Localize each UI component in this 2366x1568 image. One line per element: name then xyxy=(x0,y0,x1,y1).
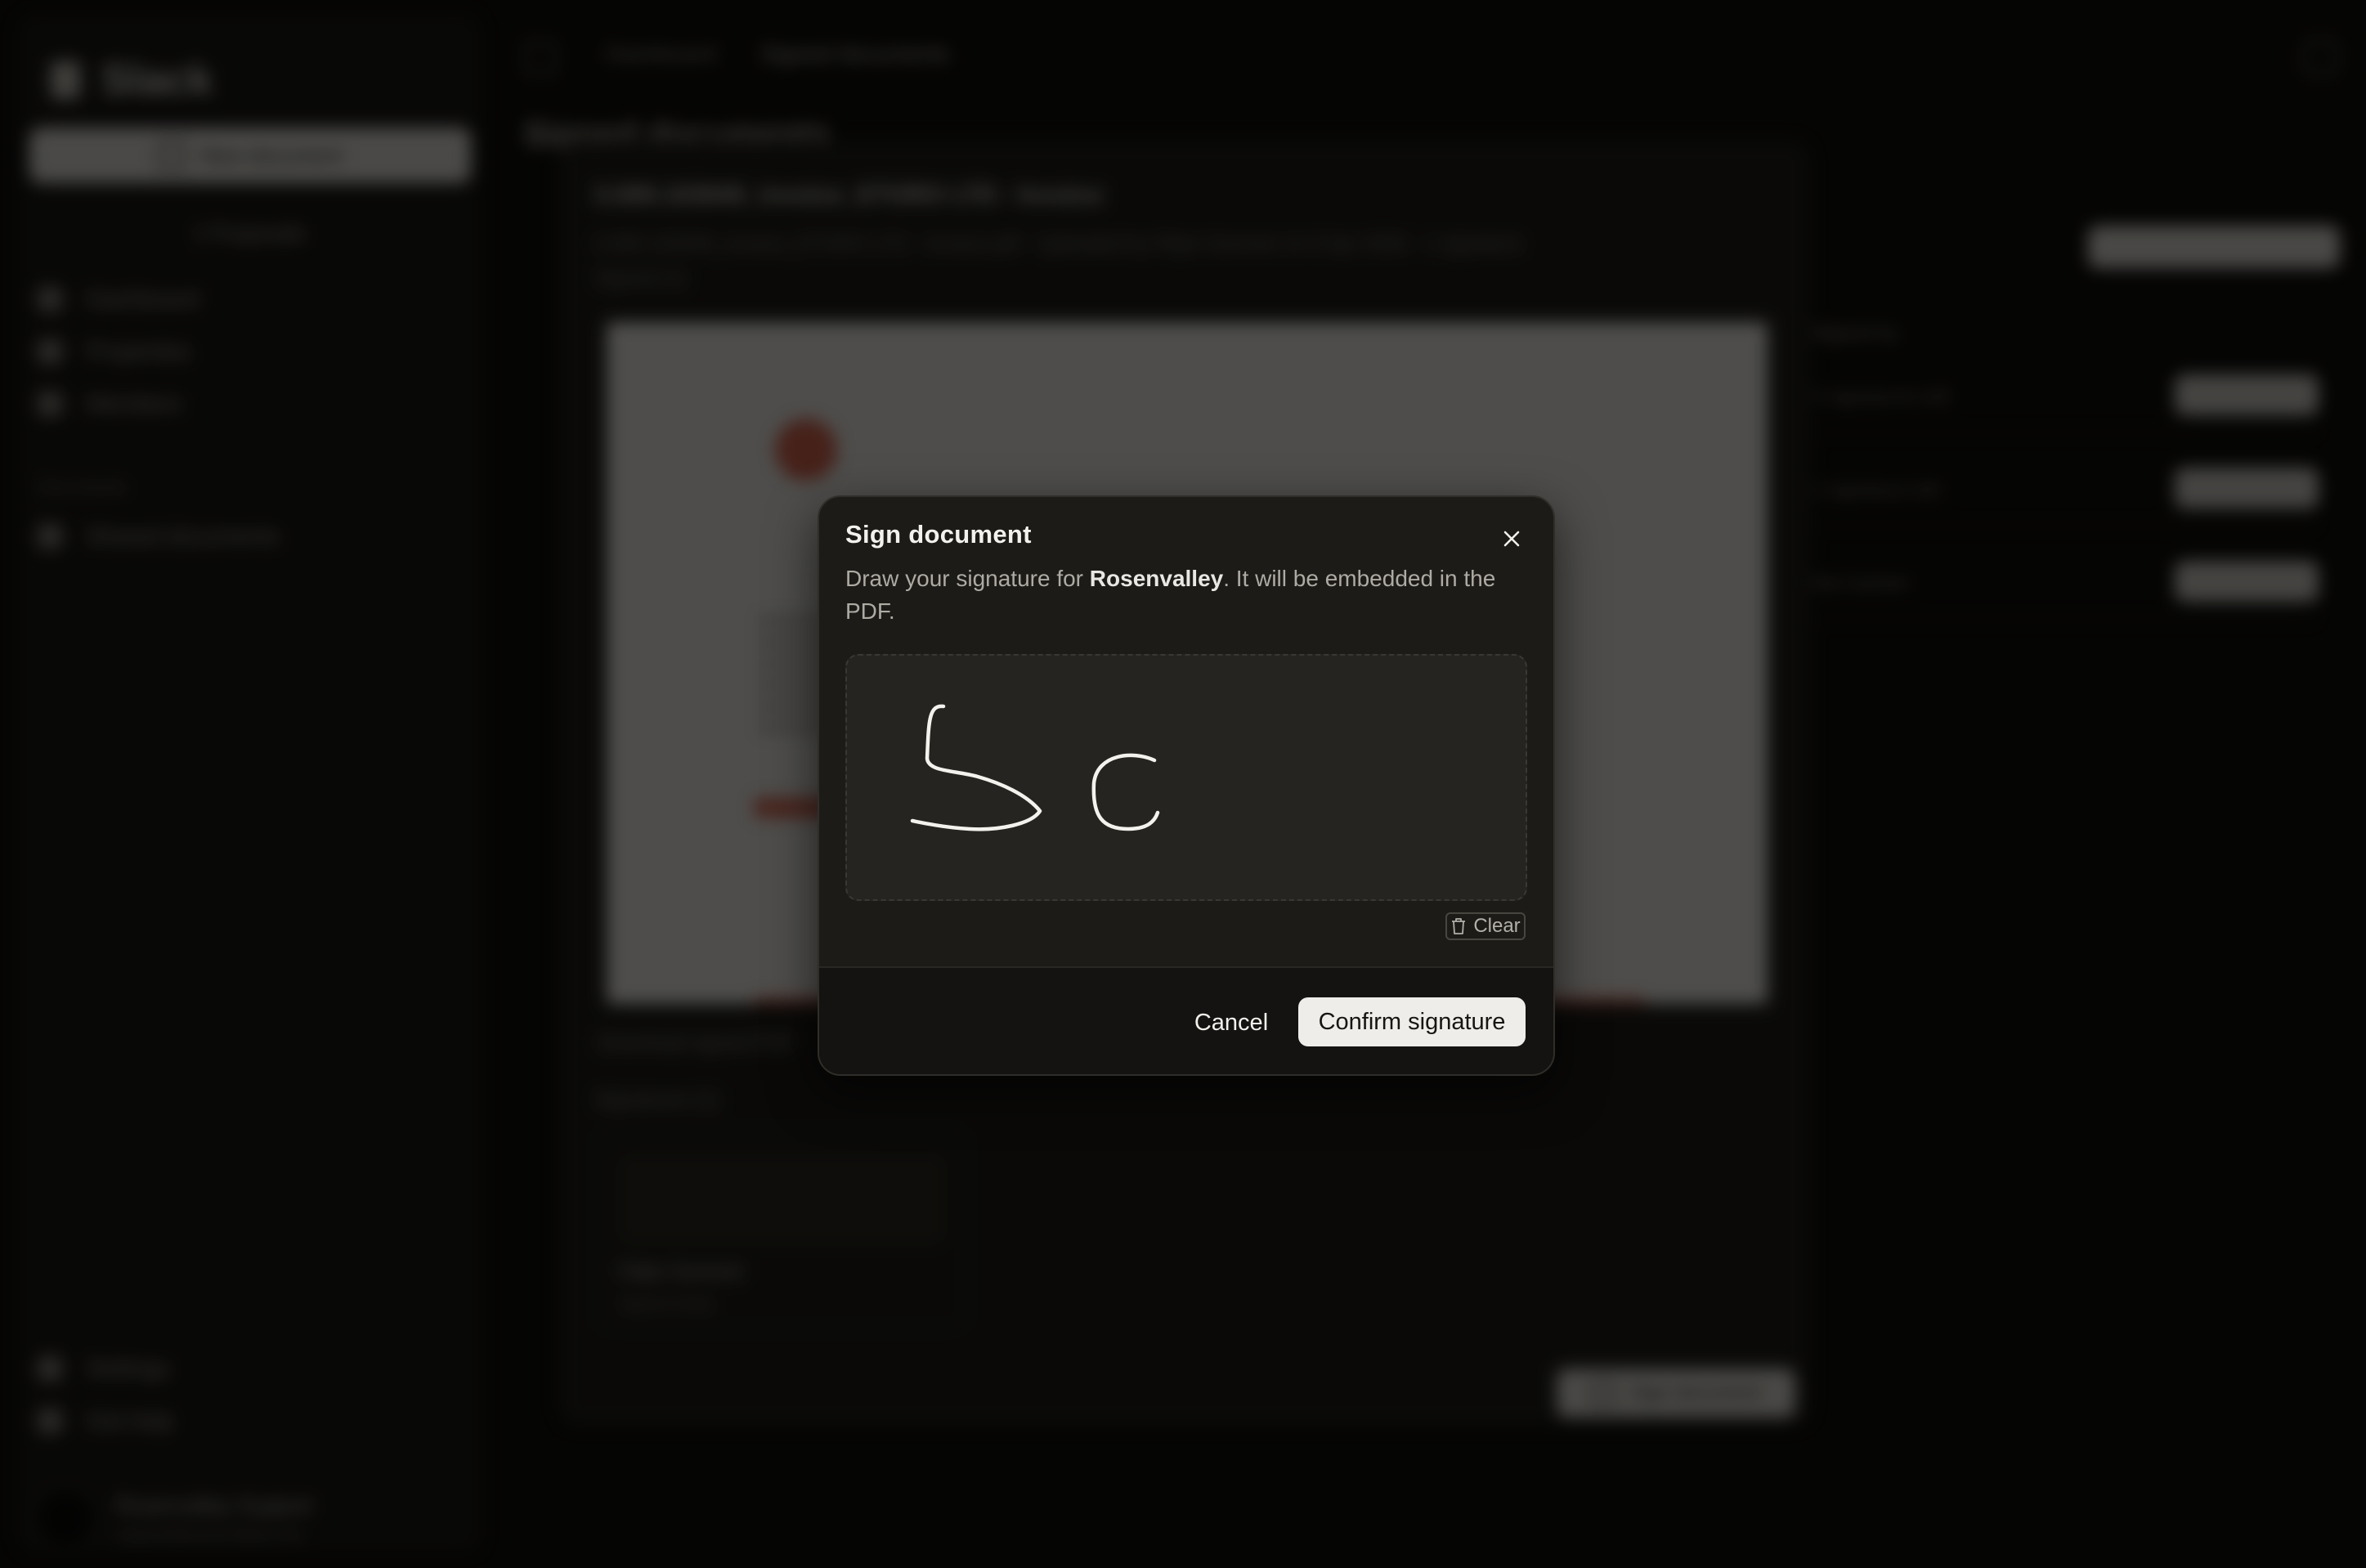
signature-canvas[interactable] xyxy=(845,654,1527,901)
clear-button[interactable]: Clear xyxy=(1445,912,1526,940)
signature-stroke xyxy=(910,704,1160,831)
dialog-title: Sign document xyxy=(845,520,1032,549)
sign-document-dialog: Sign document Draw your signature for Ro… xyxy=(818,495,1555,1076)
close-button[interactable] xyxy=(1494,522,1529,556)
confirm-signature-button[interactable]: Confirm signature xyxy=(1298,997,1526,1046)
dialog-description: Draw your signature for Rosenvalley. It … xyxy=(845,562,1524,628)
trash-icon xyxy=(1452,918,1466,934)
company-name: Rosenvalley xyxy=(1089,566,1224,591)
dialog-footer: Cancel Confirm signature xyxy=(819,966,1553,1074)
description-text: Draw your signature for xyxy=(845,566,1090,591)
clear-label: Clear xyxy=(1473,915,1521,937)
cancel-button[interactable]: Cancel xyxy=(1174,999,1288,1046)
close-icon xyxy=(1503,531,1520,547)
